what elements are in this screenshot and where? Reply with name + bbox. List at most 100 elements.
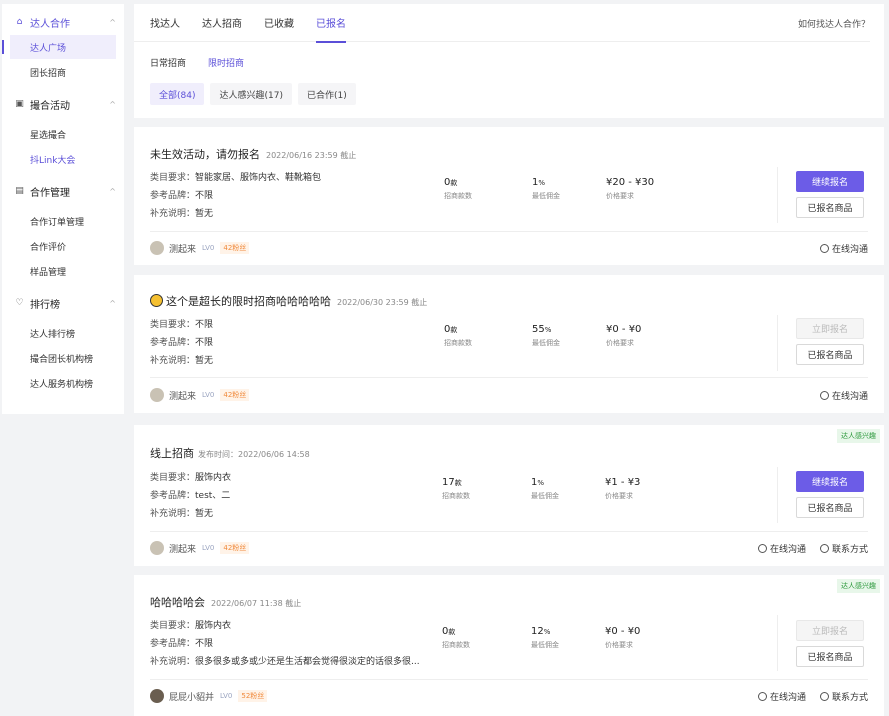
filter-cooperated[interactable]: 已合作(1) xyxy=(297,83,356,105)
card-title-text: 未生效活动，请勿报名 xyxy=(150,148,260,161)
category-label: 类目要求： xyxy=(150,472,196,483)
sidebar-group-label: 达人合作 xyxy=(30,18,70,30)
online-chat-label: 在线沟通 xyxy=(769,692,806,703)
count-unit: 款 xyxy=(448,628,456,636)
recruit-card: 未生效活动，请勿报名 2022/06/16 23:59 截止 类目要求： 智能家居… xyxy=(134,127,884,265)
apply-now-button[interactable]: 立即报名 xyxy=(796,620,864,641)
sidebar-item-order-management[interactable]: 合作订单管理 xyxy=(10,209,116,233)
avatar[interactable] xyxy=(150,541,164,555)
subtab-limited-recruit[interactable]: 限时招商 xyxy=(208,56,244,69)
contact-label: 联系方式 xyxy=(831,544,868,555)
tab-favorites[interactable]: 已收藏 xyxy=(264,4,294,42)
contact-label: 联系方式 xyxy=(831,692,868,703)
continue-signup-button[interactable]: 继续报名 xyxy=(796,171,864,192)
count-value: 17 xyxy=(442,477,455,488)
online-chat-link[interactable]: 在线沟通 xyxy=(819,389,868,402)
continue-signup-button[interactable]: 继续报名 xyxy=(796,471,864,492)
sidebar-item-talent-ranking[interactable]: 达人排行榜 xyxy=(10,321,116,345)
help-link[interactable]: 如何找达人合作？ xyxy=(798,4,870,42)
online-chat-link[interactable]: 在线沟通 xyxy=(819,242,868,255)
tab-talent-recruit[interactable]: 达人招商 xyxy=(202,4,242,42)
category-value: 服饰内衣 xyxy=(195,620,232,631)
header-panel: 找达人 达人招商 已收藏 已报名 如何找达人合作？ 日常招商 限时招商 全部(8… xyxy=(134,4,884,118)
level-badge: LV0 xyxy=(220,692,233,700)
note-label: 补充说明： xyxy=(150,355,196,366)
brand-value: 不限 xyxy=(195,190,214,201)
user-name[interactable]: 测起来 xyxy=(169,389,196,402)
subtab-daily-recruit[interactable]: 日常招商 xyxy=(150,56,186,69)
online-chat-link[interactable]: 在线沟通 xyxy=(757,690,806,703)
sidebar-item-leader-recruit[interactable]: 团长招商 xyxy=(10,60,116,84)
filter-interested[interactable]: 达人感兴趣(17) xyxy=(210,83,292,105)
contact-icon xyxy=(819,691,829,701)
metric-count: 0款 招商款数 xyxy=(444,177,472,201)
contact-link[interactable]: 联系方式 xyxy=(819,690,868,703)
avatar[interactable] xyxy=(150,241,164,255)
chat-icon xyxy=(819,243,829,253)
user-name[interactable]: 屁屁小貂并 xyxy=(169,690,214,703)
signed-goods-button[interactable]: 已报名商品 xyxy=(796,344,864,365)
contact-link[interactable]: 联系方式 xyxy=(819,542,868,555)
tab-find-talent[interactable]: 找达人 xyxy=(150,4,180,42)
card-footer: 屁屁小貂并 LV0 52粉丝 在线沟通 联系方式 xyxy=(150,687,868,705)
sidebar-item-sample-management[interactable]: 样品管理 xyxy=(10,259,116,283)
sidebar-item-review[interactable]: 合作评价 xyxy=(10,234,116,258)
count-unit: 款 xyxy=(454,479,462,487)
filter-bar: 全部(84) 达人感兴趣(17) 已合作(1) xyxy=(134,83,884,105)
card-deadline: 2022/06/30 23:59 截止 xyxy=(337,298,428,307)
category-value: 不限 xyxy=(195,319,214,330)
commission-unit: % xyxy=(538,179,546,187)
sidebar-item-service-ranking[interactable]: 达人服务机构榜 xyxy=(10,371,116,395)
user-name[interactable]: 测起来 xyxy=(169,542,196,555)
sidebar-group-header-matching[interactable]: ▣ 撮合活动 ^ xyxy=(10,92,116,116)
metric-commission: 1% 最低佣金 xyxy=(531,477,559,501)
signed-goods-button[interactable]: 已报名商品 xyxy=(796,646,864,667)
contact-icon xyxy=(819,543,829,553)
online-chat-link[interactable]: 在线沟通 xyxy=(757,542,806,555)
divider xyxy=(150,231,868,232)
price-value: ¥0 - ¥0 xyxy=(606,324,642,335)
metric-count: 0款 招商款数 xyxy=(444,324,472,348)
tab-signed-up[interactable]: 已报名 xyxy=(316,4,346,43)
sidebar-item-talent-square[interactable]: 达人广场 xyxy=(2,35,116,59)
avatar[interactable] xyxy=(150,388,164,402)
signed-goods-button[interactable]: 已报名商品 xyxy=(796,497,864,518)
card-title: 线上招商 发布时间：2022/06/06 14:58 xyxy=(150,445,310,461)
divider xyxy=(777,167,778,223)
recruit-card: 达人感兴趣 线上招商 发布时间：2022/06/06 14:58 类目要求： 服饰… xyxy=(134,425,884,566)
recruit-card: 这个是超长的限时招商哈哈哈哈哈 2022/06/30 23:59 截止 类目要求… xyxy=(134,275,884,413)
online-chat-label: 在线沟通 xyxy=(831,244,868,255)
commission-label: 最低佣金 xyxy=(532,339,560,347)
trophy-icon: ♡ xyxy=(15,298,24,308)
sidebar-group-header-talent-cooperation[interactable]: ⌂ 达人合作 ^ xyxy=(10,10,116,34)
card-title: 哈哈哈哈会 2022/06/07 11:38 截止 xyxy=(150,594,301,610)
chevron-up-icon: ^ xyxy=(109,186,116,196)
avatar[interactable] xyxy=(150,689,164,703)
metric-price: ¥1 - ¥3 价格要求 xyxy=(605,477,640,501)
card-info: 类目要求： 服饰内衣 参考品牌： 不限 补充说明： 很多很多或多或少还是生活都会觉得很… xyxy=(150,615,420,669)
signed-goods-button[interactable]: 已报名商品 xyxy=(796,197,864,218)
commission-label: 最低佣金 xyxy=(531,492,559,500)
main-tabs: 找达人 达人招商 已收藏 已报名 如何找达人合作？ xyxy=(134,4,870,43)
online-chat-label: 在线沟通 xyxy=(831,391,868,402)
sidebar-item-star-matching[interactable]: 星选撮合 xyxy=(10,122,116,146)
sidebar-group-header-cooperation[interactable]: ▤ 合作管理 ^ xyxy=(10,179,116,203)
sidebar-group-header-ranking[interactable]: ♡ 排行榜 ^ xyxy=(10,291,116,315)
sidebar-item-leader-ranking[interactable]: 撮合团长机构榜 xyxy=(10,346,116,370)
filter-all[interactable]: 全部(84) xyxy=(150,83,205,105)
divider xyxy=(777,315,778,371)
brand-value: 不限 xyxy=(195,638,214,649)
price-value: ¥0 - ¥0 xyxy=(605,626,641,637)
apply-now-button[interactable]: 立即报名 xyxy=(796,318,864,339)
user-name[interactable]: 测起来 xyxy=(169,242,196,255)
count-label: 招商款数 xyxy=(444,339,472,347)
note-value: 很多很多或多或少还是生活都会觉得很淡定的话很多很... xyxy=(195,656,420,667)
category-label: 类目要求： xyxy=(150,319,196,330)
card-title-text: 哈哈哈哈会 xyxy=(150,596,205,609)
note-label: 补充说明： xyxy=(150,656,196,667)
sidebar: ⌂ 达人合作 ^ 达人广场 团长招商 ▣ 撮合活动 ^ 星选撮合 抖Link大会… xyxy=(2,4,124,414)
sidebar-item-douyin-link[interactable]: 抖Link大会 xyxy=(10,147,116,171)
level-badge: LV0 xyxy=(202,391,215,399)
note-label: 补充说明： xyxy=(150,208,196,219)
subtabs: 日常招商 限时招商 xyxy=(134,56,884,69)
